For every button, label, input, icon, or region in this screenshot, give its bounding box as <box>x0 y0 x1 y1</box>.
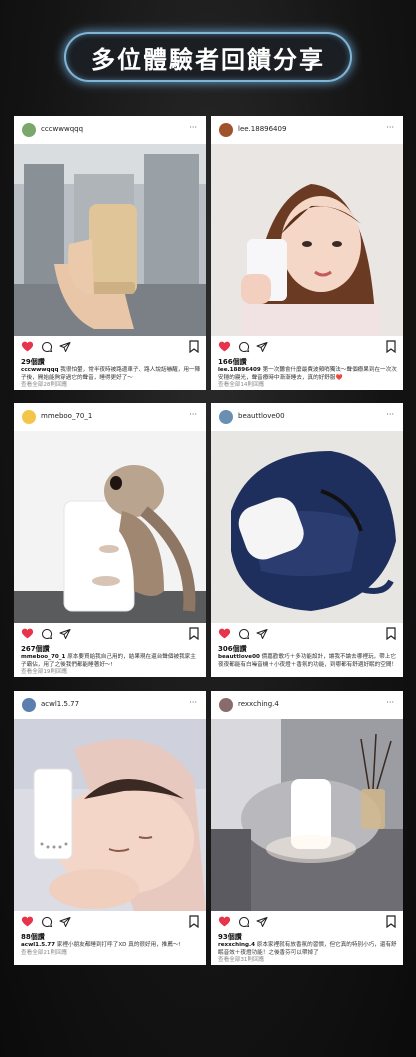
caption-username[interactable]: rexxching.4 <box>218 942 255 948</box>
view-all-comments-link[interactable]: 查看全部28則回應 <box>21 382 67 388</box>
heart-icon[interactable] <box>218 627 231 640</box>
avatar[interactable] <box>22 123 36 137</box>
banner-title: 多位體驗者回饋分享 <box>91 45 325 74</box>
caption-username[interactable]: acwl1.5.77 <box>21 942 55 948</box>
likes-count: 93個讚 <box>218 933 242 941</box>
post-actions <box>21 627 199 641</box>
post-header: beauttlove00 ··· <box>211 403 403 429</box>
share-icon[interactable] <box>256 916 268 928</box>
post-header: cccwwwqqq ··· <box>14 116 206 142</box>
post-username[interactable]: rexxching.4 <box>238 700 279 708</box>
post-username[interactable]: acwl1.5.77 <box>41 700 79 708</box>
view-all-comments-link[interactable]: 查看全部19則回應 <box>21 669 67 675</box>
bookmark-icon[interactable] <box>386 627 396 640</box>
post-actions <box>21 915 199 929</box>
post-username[interactable]: lee.18896409 <box>238 125 286 133</box>
bookmark-icon[interactable] <box>386 340 396 353</box>
post-caption: beauttlove00 價嘉歡歌巧＋多功能設計，讓我不論去哪裡玩，帶上它夜夜都… <box>218 654 398 669</box>
post-username[interactable]: beauttlove00 <box>238 412 285 420</box>
post-actions <box>218 340 396 354</box>
post-caption: lee.18896409 第一次聽會什麼最費波頻哨獨法～聲個療果到在一次次安穩的… <box>218 367 398 390</box>
share-icon[interactable] <box>256 628 268 640</box>
view-all-comments-link[interactable]: 查看全部21則回應 <box>21 950 67 956</box>
bookmark-icon[interactable] <box>189 915 199 928</box>
post-header: lee.18896409 ··· <box>211 116 403 142</box>
post-photo <box>14 719 206 911</box>
heart-icon[interactable] <box>21 340 34 353</box>
post-caption: cccwwwqqq 我很怕暈，常半夜時被路邊車子、路人說話嚇醒，用一陣子後，開始… <box>21 367 201 390</box>
comment-icon[interactable] <box>41 628 53 640</box>
more-options-icon[interactable]: ··· <box>386 410 394 419</box>
avatar[interactable] <box>22 410 36 424</box>
likes-count: 29個讚 <box>21 358 45 366</box>
likes-count: 166個讚 <box>218 358 247 366</box>
avatar[interactable] <box>22 698 36 712</box>
bookmark-icon[interactable] <box>386 915 396 928</box>
view-all-comments-link[interactable]: 查看全部31則回應 <box>218 957 264 963</box>
avatar[interactable] <box>219 410 233 424</box>
post-card: rexxching.4 ··· 93個讚 rexxching.4 原本家裡就有放… <box>211 691 403 965</box>
likes-count: 88個讚 <box>21 933 45 941</box>
post-photo <box>14 144 206 336</box>
post-actions <box>218 915 396 929</box>
post-actions <box>21 340 199 354</box>
avatar[interactable] <box>219 123 233 137</box>
post-photo <box>211 431 403 623</box>
caption-username[interactable]: mmeboo_70_1 <box>21 654 65 660</box>
post-caption: mmeboo_70_1 原本要買給我自己用的，結果現在還台聲個被我家主子霸佔，用… <box>21 654 201 677</box>
share-icon[interactable] <box>59 916 71 928</box>
post-photo <box>14 431 206 623</box>
post-header: acwl1.5.77 ··· <box>14 691 206 717</box>
caption-username[interactable]: lee.18896409 <box>218 367 261 373</box>
post-card: beauttlove00 ··· 306個讚 beauttlove00 價嘉歡歌… <box>211 403 403 677</box>
post-card: mmeboo_70_1 ··· 267個讚 mmeboo_70_1 原本要買給我… <box>14 403 206 677</box>
more-options-icon[interactable]: ··· <box>386 123 394 132</box>
post-caption: rexxching.4 原本家裡就有放香氛的習慣，但它真的特別小巧，還有舒眠音效… <box>218 942 398 965</box>
heart-icon[interactable] <box>21 915 34 928</box>
comment-icon[interactable] <box>41 916 53 928</box>
share-icon[interactable] <box>59 341 71 353</box>
post-actions <box>218 627 396 641</box>
post-username[interactable]: mmeboo_70_1 <box>41 412 92 420</box>
post-card: acwl1.5.77 ··· 88個讚 acwl1.5.77 家裡小朋友都睡到打… <box>14 691 206 965</box>
more-options-icon[interactable]: ··· <box>189 410 197 419</box>
avatar[interactable] <box>219 698 233 712</box>
comment-icon[interactable] <box>41 341 53 353</box>
bookmark-icon[interactable] <box>189 340 199 353</box>
caption-text: 家裡小朋友都睡到打呼了XD 真的很好用，推薦～! <box>56 942 181 948</box>
more-options-icon[interactable]: ··· <box>189 123 197 132</box>
post-card: lee.18896409 ··· 166個讚 lee.18896409 第一次聽… <box>211 116 403 390</box>
post-caption: acwl1.5.77 家裡小朋友都睡到打呼了XD 真的很好用，推薦～! 查看全部… <box>21 942 201 957</box>
more-options-icon[interactable]: ··· <box>189 698 197 707</box>
post-card: cccwwwqqq ··· 29個讚 cccwwwqqq 我很怕暈，常半夜時被路… <box>14 116 206 390</box>
comment-icon[interactable] <box>238 628 250 640</box>
comment-icon[interactable] <box>238 341 250 353</box>
caption-username[interactable]: cccwwwqqq <box>21 367 58 373</box>
heart-icon[interactable] <box>218 915 231 928</box>
post-header: mmeboo_70_1 ··· <box>14 403 206 429</box>
comment-icon[interactable] <box>238 916 250 928</box>
bookmark-icon[interactable] <box>189 627 199 640</box>
post-header: rexxching.4 ··· <box>211 691 403 717</box>
share-icon[interactable] <box>59 628 71 640</box>
post-photo <box>211 719 403 911</box>
caption-username[interactable]: beauttlove00 <box>218 654 260 660</box>
heart-icon[interactable] <box>21 627 34 640</box>
more-options-icon[interactable]: ··· <box>386 698 394 707</box>
post-username[interactable]: cccwwwqqq <box>41 125 83 133</box>
view-all-comments-link[interactable]: 查看全部14則回應 <box>218 382 264 388</box>
title-banner: 多位體驗者回饋分享 <box>66 34 350 80</box>
post-photo <box>211 144 403 336</box>
heart-icon[interactable] <box>218 340 231 353</box>
likes-count: 306個讚 <box>218 645 247 653</box>
likes-count: 267個讚 <box>21 645 50 653</box>
share-icon[interactable] <box>256 341 268 353</box>
